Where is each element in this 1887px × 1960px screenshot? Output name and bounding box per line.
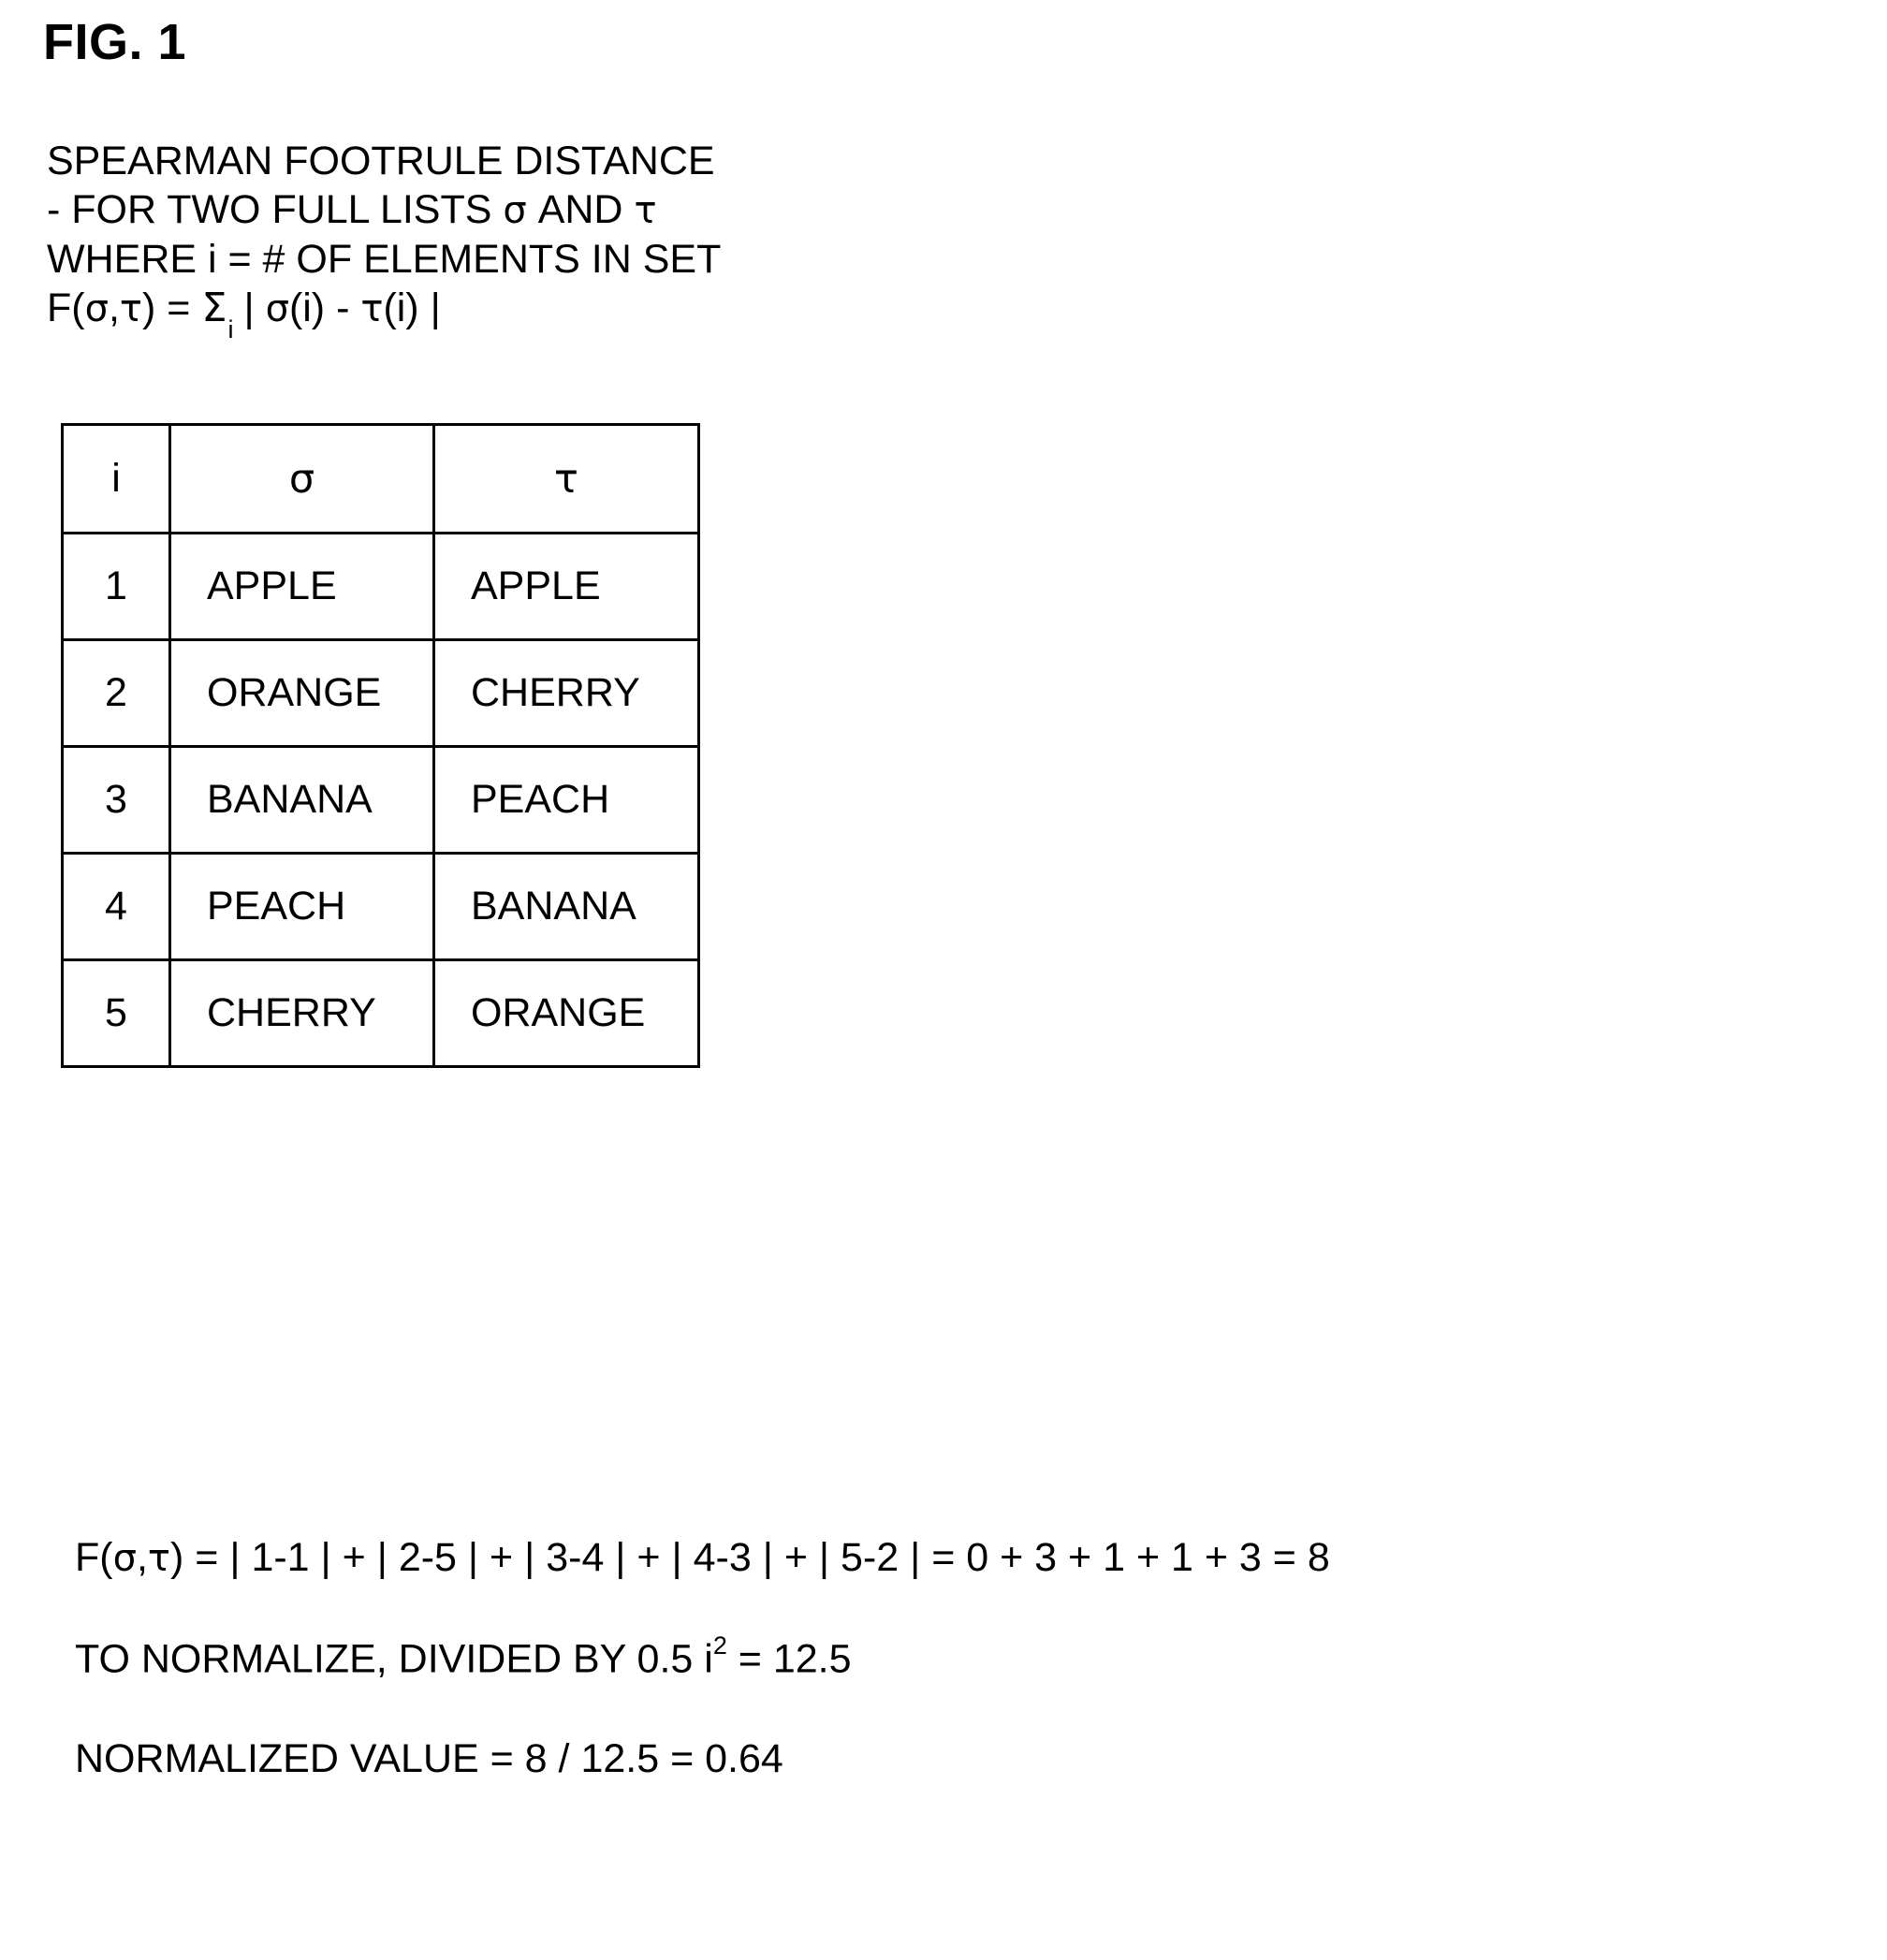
cell-index: 3 (61, 745, 171, 855)
formula-sigma-fn: σ (265, 287, 289, 330)
table-row: 1 APPLE APPLE (61, 532, 700, 641)
calc-tau-symbol: τ (147, 1537, 170, 1580)
cell-sigma: ORANGE (168, 638, 435, 748)
formula-subscript-i: i (227, 314, 234, 344)
calc-sigma-symbol: σ (112, 1537, 137, 1580)
column-header-tau: τ (432, 423, 700, 534)
formula-sigma-arg: σ (84, 287, 109, 330)
cell-index: 2 (61, 638, 171, 748)
description-line-lists: - FOR TWO FULL LISTS σ AND τ (47, 185, 721, 235)
calculation-line-normalizer: TO NORMALIZE, DIVIDED BY 0.5 i2 = 12.5 (75, 1631, 1330, 1682)
ranking-comparison-table: i σ τ 1 APPLE APPLE 2 ORANGE CHERRY 3 BA… (61, 423, 700, 1068)
tau-symbol: τ (634, 189, 657, 232)
description-block: SPEARMAN FOOTRULE DISTANCE - FOR TWO FUL… (47, 137, 721, 346)
formula-tau-arg: τ (119, 287, 142, 330)
cell-tau: ORANGE (432, 958, 700, 1068)
figure-label: FIG. 1 (43, 14, 187, 70)
formula-tau-index: (i) | (383, 285, 441, 330)
cell-sigma: APPLE (168, 532, 435, 641)
calc-f: F( (75, 1535, 113, 1580)
table-row: 4 PEACH BANANA (61, 852, 700, 961)
table-row: 2 ORANGE CHERRY (61, 638, 700, 748)
formula-tau-fn: τ (360, 287, 384, 330)
column-header-sigma: σ (168, 423, 435, 534)
calculation-line-normalized-value: NORMALIZED VALUE = 8 / 12.5 = 0.64 (75, 1736, 783, 1782)
cell-sigma: CHERRY (168, 958, 435, 1068)
cell-tau: PEACH (432, 745, 700, 855)
cell-sigma: BANANA (168, 745, 435, 855)
table-row: 5 CHERRY ORANGE (61, 958, 700, 1068)
description-line-title: SPEARMAN FOOTRULE DISTANCE (47, 139, 715, 183)
cell-tau: CHERRY (432, 638, 700, 748)
calculation-line-distance: F(σ,τ) = | 1-1 | + | 2-5 | + | 3-4 | + |… (75, 1535, 1330, 1581)
formula-f: F( (47, 285, 85, 330)
table-header-row: i σ τ (61, 423, 700, 534)
cell-tau: APPLE (432, 532, 700, 641)
normalize-result: = 12.5 (726, 1636, 852, 1682)
description-lists-prefix: - FOR TWO FULL LISTS (47, 187, 504, 232)
description-lists-and: AND (526, 187, 635, 232)
summation-icon: Σ (201, 285, 227, 331)
calc-comma: , (136, 1535, 148, 1580)
formula-equals: ) = (142, 285, 202, 330)
description-line-where: WHERE i = # OF ELEMENTS IN SET (47, 237, 722, 282)
formula-abs-open: | (232, 285, 266, 330)
formula-comma: , (108, 285, 120, 330)
cell-index: 1 (61, 532, 171, 641)
cell-index: 4 (61, 852, 171, 961)
normalize-prefix: TO NORMALIZE, DIVIDED BY 0.5 i (75, 1636, 713, 1682)
cell-index: 5 (61, 958, 171, 1068)
column-header-index: i (61, 423, 171, 534)
table-row: 3 BANANA PEACH (61, 745, 700, 855)
formula-sigma-index: (i) - (288, 285, 361, 330)
calculations-block: F(σ,τ) = | 1-1 | + | 2-5 | + | 3-4 | + |… (75, 1535, 1330, 1782)
calc-expression: ) = | 1-1 | + | 2-5 | + | 3-4 | + | 4-3 … (170, 1535, 1330, 1580)
description-line-formula: F(σ,τ) = Σi | σ(i) - τ(i) | (47, 284, 721, 346)
normalize-exponent: 2 (712, 1631, 727, 1660)
sigma-symbol: σ (503, 189, 527, 232)
cell-tau: BANANA (432, 852, 700, 961)
cell-sigma: PEACH (168, 852, 435, 961)
